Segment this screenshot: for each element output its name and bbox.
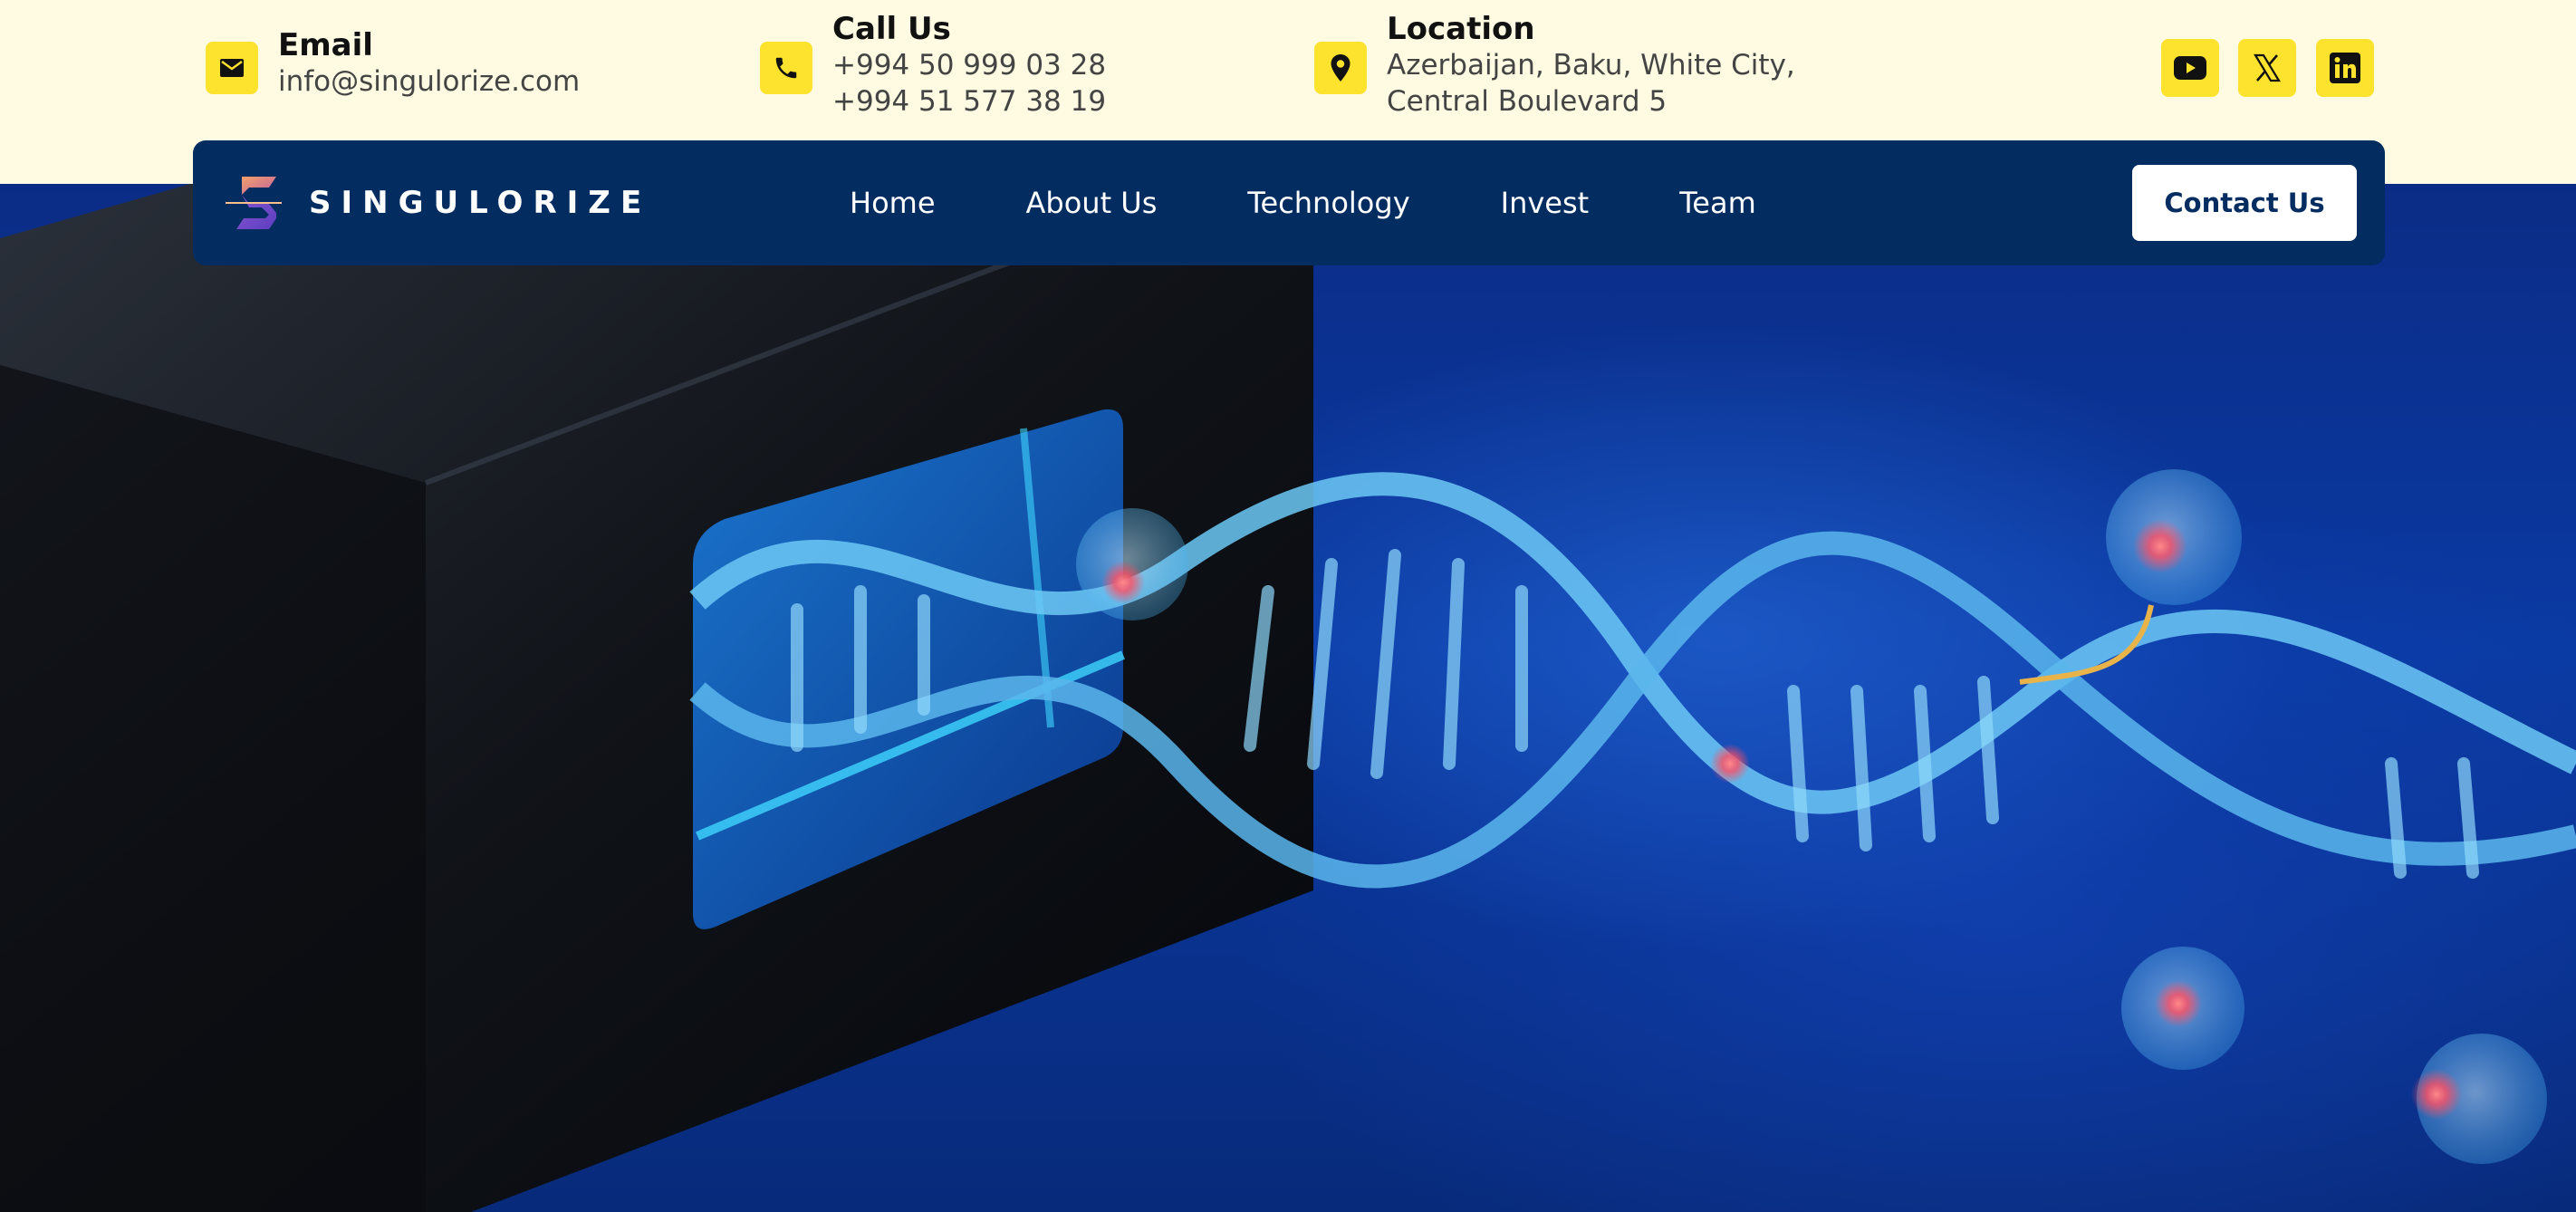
contact-us-button[interactable]: Contact Us bbox=[2132, 165, 2357, 241]
x-link[interactable] bbox=[2238, 39, 2296, 97]
address-line-2: Central Boulevard 5 bbox=[1387, 85, 1668, 118]
nav-item-technology[interactable]: Technology bbox=[1247, 186, 1409, 220]
address-line-1: Azerbaijan, Baku, White City, bbox=[1387, 49, 1795, 82]
singulorize-logo-icon bbox=[226, 177, 282, 229]
nav-menu: Home About Us Technology Invest Team bbox=[850, 140, 1847, 265]
contact-call: Call Us +994 50 999 03 28 +994 51 577 38… bbox=[760, 11, 1106, 120]
nav-item-team[interactable]: Team bbox=[1679, 186, 1756, 220]
linkedin-icon bbox=[2330, 53, 2360, 83]
main-navbar: SINGULORIZE Home About Us Technology Inv… bbox=[193, 140, 2385, 265]
brand-logo[interactable]: SINGULORIZE bbox=[226, 173, 651, 233]
email-value[interactable]: info@singulorize.com bbox=[278, 63, 580, 100]
phone-icon bbox=[760, 42, 812, 94]
phone-number-2[interactable]: +994 51 577 38 19 bbox=[832, 83, 1106, 120]
phone-number-1[interactable]: +994 50 999 03 28 bbox=[832, 47, 1106, 83]
dna-illustration bbox=[0, 184, 2576, 1212]
location-title: Location bbox=[1387, 11, 1535, 47]
call-title: Call Us bbox=[832, 11, 951, 47]
youtube-link[interactable] bbox=[2161, 39, 2219, 97]
nav-item-about-us[interactable]: About Us bbox=[1026, 186, 1158, 220]
linkedin-link[interactable] bbox=[2316, 39, 2374, 97]
envelope-icon bbox=[206, 42, 258, 94]
youtube-icon bbox=[2174, 56, 2206, 80]
hero-dna-image bbox=[0, 184, 2576, 1212]
map-pin-icon bbox=[1314, 42, 1367, 94]
nav-item-home[interactable]: Home bbox=[850, 186, 936, 220]
nav-item-invest[interactable]: Invest bbox=[1501, 186, 1590, 220]
email-title: Email bbox=[278, 27, 373, 63]
x-icon bbox=[2254, 53, 2281, 82]
contact-location: Location Azerbaijan, Baku, White City, C… bbox=[1314, 11, 1795, 120]
logo-text: SINGULORIZE bbox=[309, 185, 652, 221]
contact-email: Email info@singulorize.com bbox=[206, 27, 580, 100]
